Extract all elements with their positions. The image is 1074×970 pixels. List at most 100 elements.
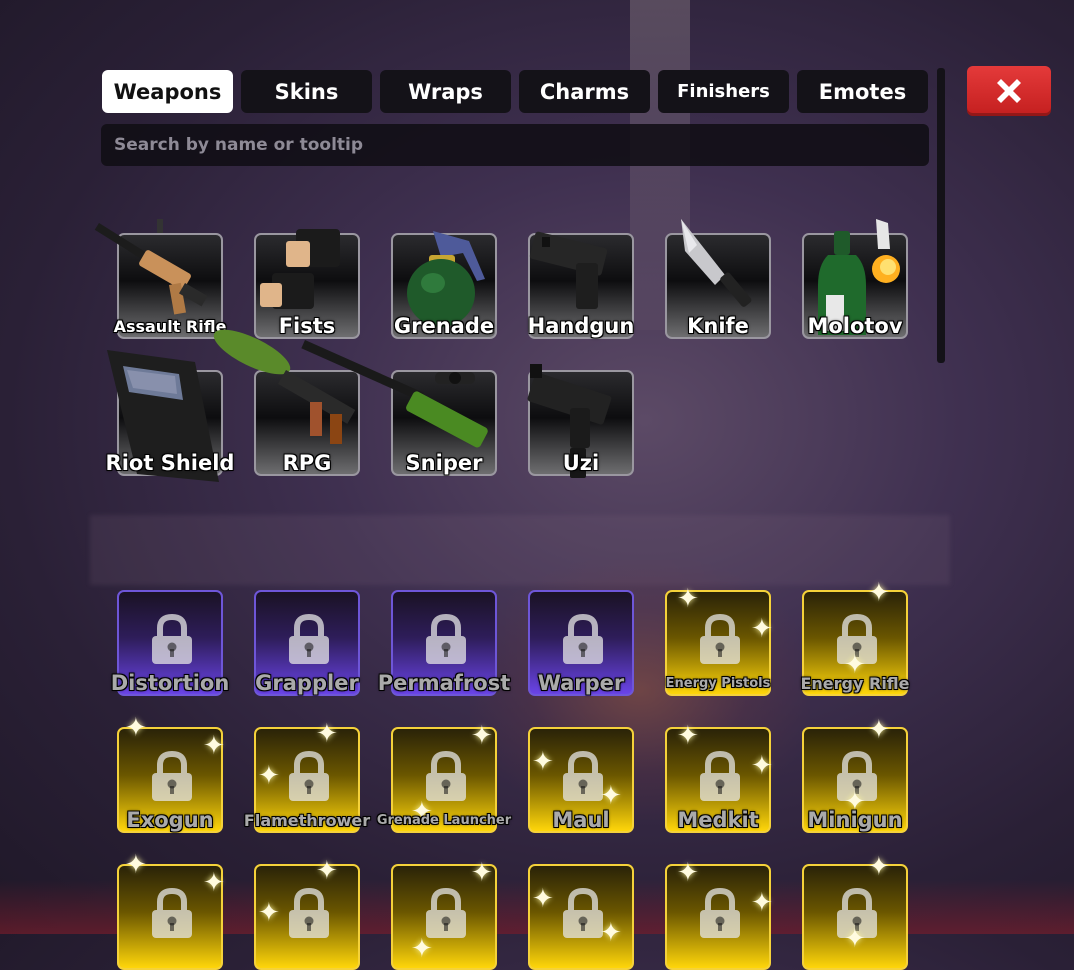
item-name: Energy Rifle — [800, 674, 910, 693]
tab-emotes[interactable]: Emotes — [797, 70, 928, 113]
item-card-assault-rifle[interactable]: Assault Rifle — [94, 219, 226, 339]
item-name: Riot Shield — [105, 451, 235, 475]
locked-item-card-slot-13[interactable]: ✦ ✦ — [117, 852, 225, 970]
tab-weapons[interactable]: Weapons — [102, 70, 233, 113]
sparkle-icon: ✦ — [600, 918, 622, 948]
item-name: Exogun — [126, 808, 214, 832]
locked-item-card-grappler[interactable]: Grappler — [254, 590, 360, 696]
sparkle-icon: ✦ — [677, 721, 699, 751]
sparkle-icon: ✦ — [203, 868, 225, 898]
sparkle-icon: ✦ — [868, 715, 890, 745]
tab-charms[interactable]: Charms — [519, 70, 650, 113]
tab-skins[interactable]: Skins — [241, 70, 372, 113]
item-name: Knife — [687, 314, 749, 338]
item-name: Molotov — [807, 314, 903, 338]
sparkle-icon: ✦ — [532, 884, 554, 914]
item-name: Grenade Launcher — [376, 813, 512, 828]
sparkle-icon: ✦ — [411, 934, 433, 964]
padlock-icon — [152, 888, 192, 938]
sparkle-icon: ✦ — [471, 721, 493, 751]
item-name: Maul — [552, 808, 610, 832]
sparkle-icon: ✦ — [751, 614, 773, 644]
item-card-handgun[interactable]: Handgun — [528, 231, 634, 339]
locked-item-card-slot-16[interactable]: ✦ ✦ — [528, 864, 634, 970]
sparkle-icon: ✦ — [677, 858, 699, 888]
sparkle-icon: ✦ — [258, 761, 280, 791]
padlock-icon — [700, 614, 740, 664]
sparkle-icon: ✦ — [316, 719, 338, 749]
locked-item-card-minigun[interactable]: ✦ ✦ Minigun — [802, 717, 908, 833]
locked-item-card-distortion[interactable]: Distortion — [111, 590, 229, 696]
tab-wraps[interactable]: Wraps — [380, 70, 511, 113]
padlock-icon — [563, 614, 603, 664]
item-name: Grappler — [255, 671, 359, 695]
item-card-sniper[interactable]: Sniper — [301, 339, 497, 476]
sparkle-icon: ✦ — [600, 781, 622, 811]
locked-item-card-warper[interactable]: Warper — [528, 590, 634, 696]
locked-item-card-flamethrower[interactable]: ✦ ✦ Flamethrower — [244, 721, 370, 833]
scrollbar[interactable] — [937, 68, 945, 363]
item-card-molotov[interactable]: Molotov — [802, 219, 908, 339]
item-card-riot-shield[interactable]: Riot Shield — [106, 350, 234, 482]
padlock-icon — [152, 751, 192, 801]
tab-finishers[interactable]: Finishers — [658, 70, 789, 113]
locked-item-card-slot-15[interactable]: ✦ ✦ — [391, 860, 497, 970]
item-card-grenade[interactable]: Grenade — [391, 231, 497, 339]
padlock-icon — [426, 614, 466, 664]
padlock-icon — [700, 751, 740, 801]
locked-item-card-grenade-launcher[interactable]: ✦ ✦ Grenade Launcher — [377, 723, 511, 833]
locked-item-card-slot-18[interactable]: ✦ ✦ — [802, 854, 908, 970]
item-card-fists[interactable]: Fists — [254, 229, 360, 339]
sparkle-icon: ✦ — [868, 852, 890, 882]
item-name: Permafrost — [377, 671, 511, 695]
item-name: Sniper — [405, 451, 483, 475]
padlock-icon — [289, 888, 329, 938]
sparkle-icon: ✦ — [868, 578, 890, 608]
locked-item-card-maul[interactable]: ✦ ✦ Maul — [528, 727, 634, 833]
item-card-rpg[interactable]: RPG — [213, 329, 360, 476]
item-name: Grenade — [393, 314, 495, 338]
locked-item-card-energy-pistols[interactable]: ✦ ✦ Energy Pistols — [665, 586, 773, 696]
locked-item-card-exogun[interactable]: ✦ ✦ Exogun — [117, 715, 225, 833]
padlock-icon — [152, 614, 192, 664]
sparkle-icon: ✦ — [125, 850, 147, 880]
sparkle-icon: ✦ — [471, 858, 493, 888]
item-name: Warper — [537, 671, 625, 695]
item-name: Flamethrower — [243, 811, 371, 830]
sparkle-icon: ✦ — [125, 713, 147, 743]
padlock-icon — [700, 888, 740, 938]
x-icon — [997, 79, 1021, 103]
item-name: Uzi — [562, 451, 600, 475]
locked-item-card-permafrost[interactable]: Permafrost — [378, 590, 510, 696]
item-name: Minigun — [807, 808, 903, 832]
locked-item-card-medkit[interactable]: ✦ ✦ Medkit — [665, 723, 773, 833]
item-name: Energy Pistols — [665, 676, 771, 691]
padlock-icon — [426, 751, 466, 801]
sparkle-icon: ✦ — [316, 856, 338, 886]
sparkle-icon: ✦ — [203, 731, 225, 761]
item-name: Handgun — [527, 314, 635, 338]
close-button[interactable] — [967, 66, 1051, 116]
item-name: Assault Rifle — [113, 317, 227, 336]
sparkle-icon: ✦ — [844, 924, 866, 954]
sparkle-icon: ✦ — [532, 747, 554, 777]
sparkle-icon: ✦ — [258, 898, 280, 928]
item-card-knife[interactable]: Knife — [665, 219, 771, 339]
padlock-icon — [289, 614, 329, 664]
item-name: RPG — [282, 451, 332, 475]
sparkle-icon: ✦ — [677, 584, 699, 614]
item-name: Medkit — [677, 808, 759, 832]
locked-item-card-slot-17[interactable]: ✦ ✦ — [665, 860, 773, 970]
locked-item-card-slot-14[interactable]: ✦ ✦ — [254, 858, 360, 970]
padlock-icon — [426, 888, 466, 938]
sparkle-icon: ✦ — [751, 751, 773, 781]
item-card-uzi[interactable]: Uzi — [527, 364, 634, 478]
sparkle-icon: ✦ — [751, 888, 773, 918]
locked-item-card-energy-rifle[interactable]: ✦ ✦ Energy Rifle — [800, 580, 910, 696]
search-bar[interactable] — [101, 124, 929, 166]
item-name: Distortion — [110, 671, 230, 695]
padlock-icon — [289, 751, 329, 801]
search-input[interactable] — [112, 134, 918, 156]
category-tabs: Weapons Skins Wraps Charms Finishers Emo… — [102, 70, 928, 113]
item-name: Fists — [278, 314, 336, 338]
